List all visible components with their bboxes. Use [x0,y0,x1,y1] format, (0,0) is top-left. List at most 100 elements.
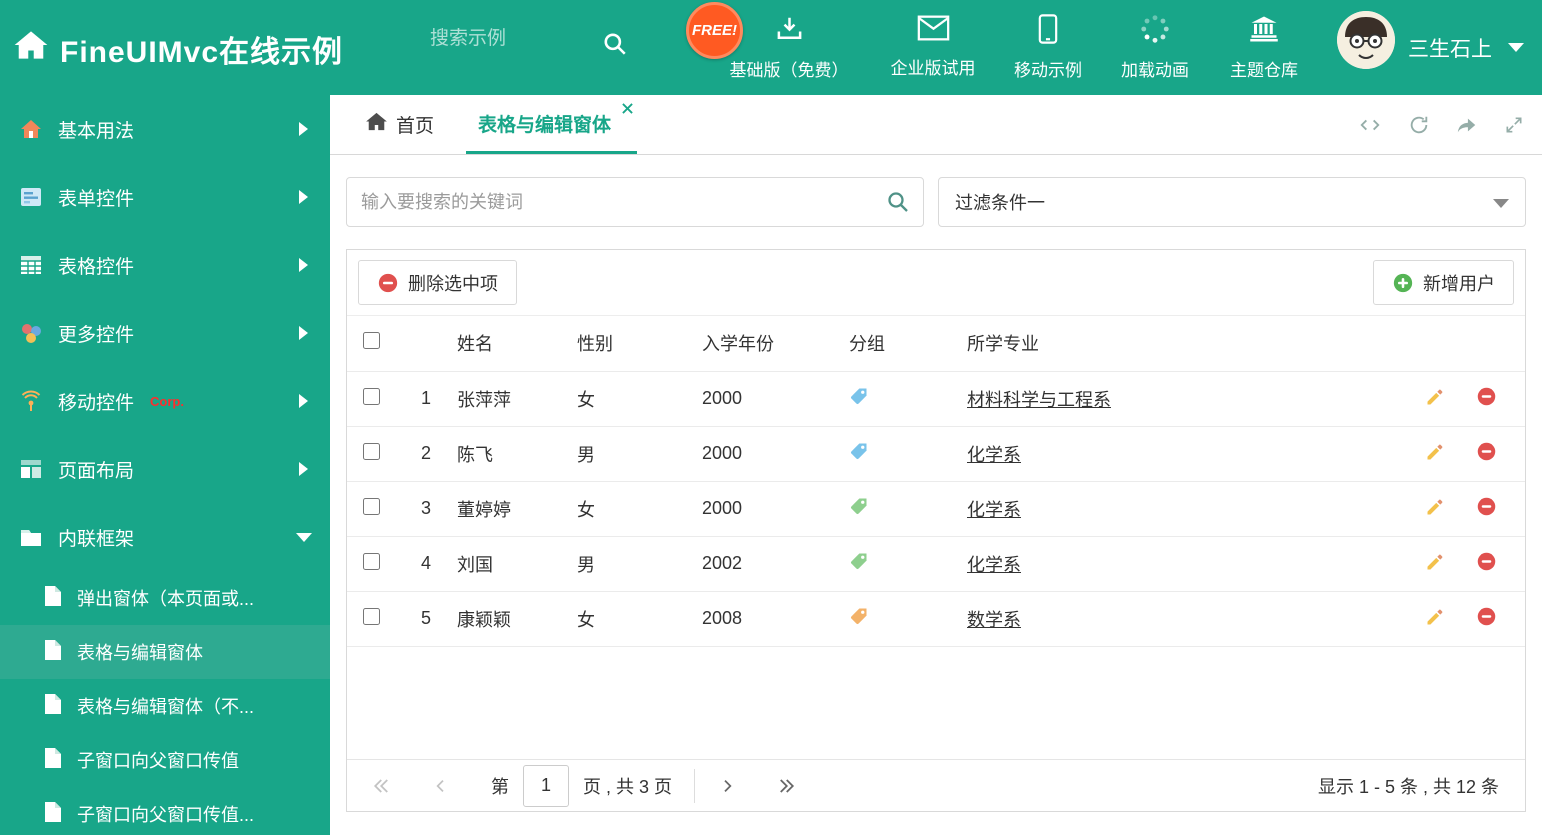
sidebar-item-mobile-controls[interactable]: 移动控件 Corp. [0,367,330,435]
tab-toolbar [1358,95,1524,155]
search-icon[interactable] [886,190,910,214]
row-checkbox[interactable] [363,497,380,515]
sidebar-subitem-label: 子窗口向父窗口传值... [77,805,255,825]
avatar[interactable] [1337,11,1395,69]
tab-home[interactable]: 首页 [360,95,440,154]
pagination-bar: 第 页 , 共 3 页 显示 1 - 5 条 , 共 12 条 [347,759,1525,811]
delete-icon[interactable] [1476,551,1497,572]
sidebar-subitem-child-to-parent[interactable]: 子窗口向父窗口传值 [0,733,330,787]
column-major: 所学专业 [967,316,1399,372]
row-number: 2 [405,426,457,482]
open-new-window-icon[interactable] [1456,114,1478,136]
sidebar-item-page-layout[interactable]: 页面布局 [0,435,330,503]
sidebar-item-label: 表格控件 [58,256,135,278]
edit-icon[interactable] [1425,607,1445,627]
tab-grid-edit-window[interactable]: 表格与编辑窗体 [466,95,638,154]
select-all-checkbox[interactable] [363,332,380,350]
nav-loading-animation[interactable]: 加载动画 [1121,14,1189,81]
major-link[interactable]: 化学系 [967,500,1021,520]
filter-dropdown[interactable]: 过滤条件一 [938,177,1526,227]
add-user-label: 新增用户 [1423,273,1495,294]
column-row-number [405,316,457,372]
row-checkbox[interactable] [363,442,380,460]
header-search-input[interactable] [430,28,590,50]
major-link[interactable]: 数学系 [967,610,1021,630]
delete-selected-button[interactable]: 删除选中项 [358,260,517,305]
row-number: 5 [405,591,457,647]
delete-icon[interactable] [1476,606,1497,627]
nav-label: 基础版（免费） [729,61,849,80]
last-page-icon[interactable] [777,777,795,795]
nav-theme-repo[interactable]: 主题仓库 [1230,14,1298,81]
sidebar-subitem-grid-edit-window[interactable]: 表格与编辑窗体 [0,625,330,679]
page-number-input[interactable] [523,764,569,807]
tag-icon [849,606,869,626]
cell-name: 刘国 [457,536,577,592]
sidebar-item-label: 基本用法 [58,120,135,142]
form-icon [18,185,44,209]
sidebar-subitem-child-to-parent-2[interactable]: 子窗口向父窗口传值... [0,787,330,835]
table-row: 4 刘国 男 2002 化学系 [347,536,1525,592]
edit-icon[interactable] [1425,552,1445,572]
nav-mobile-demo[interactable]: 移动示例 [1014,14,1082,81]
cell-year: 2000 [702,481,849,537]
table-icon [18,253,44,277]
cell-year: 2008 [702,591,849,647]
major-link[interactable]: 材料科学与工程系 [967,390,1111,410]
cell-name: 陈飞 [457,426,577,482]
chevron-down-icon [296,532,312,542]
cell-gender: 女 [577,591,702,647]
add-user-button[interactable]: 新增用户 [1373,260,1514,305]
row-checkbox[interactable] [363,552,380,570]
close-icon[interactable] [622,103,633,114]
first-page-icon[interactable] [373,777,391,795]
nav-label: 主题仓库 [1230,61,1298,80]
search-icon[interactable] [602,31,628,62]
row-checkbox[interactable] [363,607,380,625]
nav-basic-edition[interactable]: 基础版（免费） [730,14,849,81]
sidebar-item-form-controls[interactable]: 表单控件 [0,163,330,231]
nav-enterprise-trial[interactable]: 企业版试用 [891,14,976,79]
sidebar-subitem-grid-edit-window-2[interactable]: 表格与编辑窗体（不... [0,679,330,733]
major-link[interactable]: 化学系 [967,445,1021,465]
refresh-icon[interactable] [1408,114,1430,136]
expand-icon[interactable] [1504,115,1524,135]
user-name[interactable]: 三生石上 [1408,33,1492,63]
cell-gender: 女 [577,481,702,537]
table-row: 3 董婷婷 女 2000 化学系 [347,481,1525,537]
edit-icon[interactable] [1425,387,1445,407]
sidebar-item-more-controls[interactable]: 更多控件 [0,299,330,367]
table-row: 2 陈飞 男 2000 化学系 [347,426,1525,482]
sidebar-subitem-popup-window[interactable]: 弹出窗体（本页面或... [0,571,330,625]
delete-icon[interactable] [1476,441,1497,462]
edit-icon[interactable] [1425,497,1445,517]
next-page-icon[interactable] [719,778,735,794]
prev-page-icon[interactable] [433,778,449,794]
sidebar-item-basic-usage[interactable]: 基本用法 [0,95,330,163]
divider [694,768,696,803]
delete-icon[interactable] [1476,386,1497,407]
source-code-icon[interactable] [1358,114,1382,136]
file-icon [44,639,62,666]
record-summary: 显示 1 - 5 条 , 共 12 条 [1317,776,1499,797]
tab-label: 表格与编辑窗体 [478,114,612,136]
mobile-signal-icon [18,389,44,413]
corp-badge: Corp. [150,393,184,409]
sidebar-item-inline-frame[interactable]: 内联框架 [0,503,330,571]
sidebar-item-grid-controls[interactable]: 表格控件 [0,231,330,299]
row-checkbox[interactable] [363,387,380,405]
nav-label: 移动示例 [1014,61,1082,80]
row-number: 1 [405,371,457,427]
column-name: 姓名 [457,316,577,372]
column-actions [1398,316,1525,372]
tag-icon [849,441,869,461]
home-icon[interactable] [14,30,48,65]
delete-icon[interactable] [1476,496,1497,517]
edit-icon[interactable] [1425,442,1445,462]
data-grid: 姓名 性别 入学年份 分组 所学专业 1 张萍萍 女 2000 材料科学与工程系 [347,316,1525,647]
sidebar-item-label: 移动控件 [58,392,135,414]
app-header: FineUIMvc在线示例 FREE! 基础版（免费） 企业版试用 移动示例 加… [0,0,1542,95]
keyword-search-input[interactable] [346,177,924,227]
major-link[interactable]: 化学系 [967,555,1021,575]
chevron-right-icon [299,394,308,408]
